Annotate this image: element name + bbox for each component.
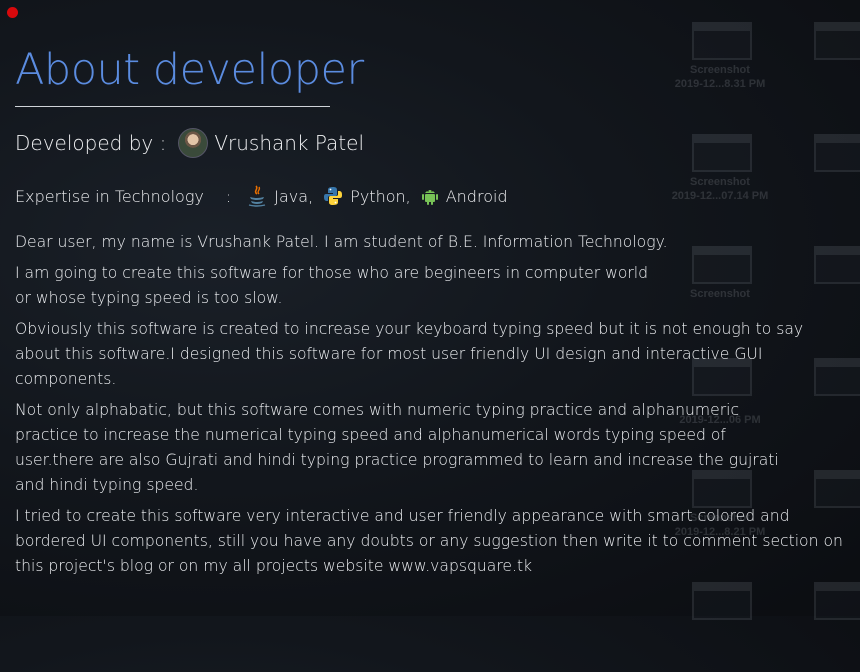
- java-icon: [249, 185, 266, 207]
- expertise-label: Expertise in Technology: [15, 186, 204, 206]
- page-title: About developer: [15, 45, 364, 95]
- paragraph: I tried to create this software very int…: [15, 507, 843, 575]
- desktop-file-icon: Screenshot 2019-12...07.14 PM: [666, 112, 786, 224]
- tech-android: Android: [421, 186, 508, 206]
- expertise-separator: :: [225, 186, 232, 206]
- android-icon: [421, 190, 438, 205]
- tech-java: Java,: [247, 185, 313, 207]
- description: Dear user, my name is Vrushank Patel. I …: [15, 230, 845, 585]
- about-panel: About developer Developed by : Vrushank …: [15, 40, 845, 575]
- expertise-row: Expertise in Technology : Java, Python,: [15, 185, 518, 207]
- close-button[interactable]: [7, 7, 18, 18]
- paragraph: Not only alphabatic, but this software c…: [15, 401, 779, 494]
- developer-row: Developed by : Vrushank Patel: [15, 128, 364, 158]
- desktop-file-icon: [788, 112, 860, 224]
- tech-java-label: Java,: [274, 186, 314, 206]
- avatar: [178, 128, 209, 158]
- tech-python-label: Python,: [350, 186, 411, 206]
- developer-name: Vrushank Patel: [214, 131, 364, 155]
- developer-label: Developed by :: [15, 131, 167, 155]
- tech-android-label: Android: [445, 186, 508, 206]
- paragraph: Obviously this software is created to in…: [15, 320, 804, 388]
- tech-python: Python,: [323, 186, 411, 206]
- title-underline: [15, 106, 330, 107]
- paragraph: Dear user, my name is Vrushank Patel. I …: [15, 233, 668, 251]
- paragraph: I am going to create this software for t…: [15, 264, 649, 307]
- python-icon: [324, 187, 343, 205]
